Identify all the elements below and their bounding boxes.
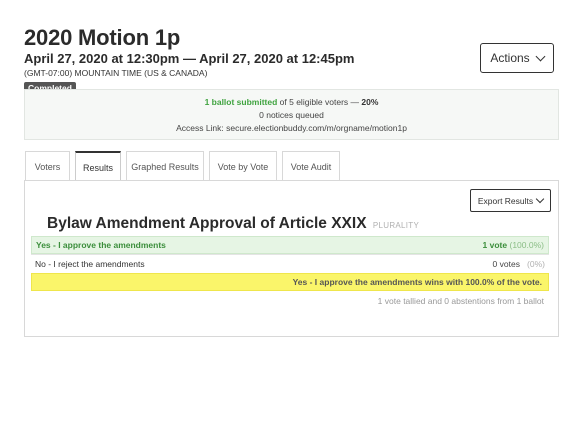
page-title: 2020 Motion 1p: [24, 25, 181, 50]
export-results-button[interactable]: Export Results: [470, 189, 551, 212]
result-option: No - I reject the amendments: [35, 259, 145, 269]
question-title-text: Bylaw Amendment Approval of Article XXIX: [47, 215, 367, 232]
voting-method: PLURALITY: [372, 221, 420, 230]
chevron-down-icon: [535, 51, 546, 61]
eligible-voters-text: of 5 eligible voters —: [277, 97, 362, 107]
result-votes: 0 votes (0%): [492, 259, 545, 269]
notices-queued: 0 notices queued: [259, 110, 324, 120]
tally-summary: 1 vote tallied and 0 abstentions from 1 …: [377, 296, 544, 306]
ballots-submitted: 1 ballot submitted: [204, 97, 278, 107]
tab-vote-audit[interactable]: Vote Audit: [282, 151, 340, 181]
timezone-label: (GMT-07:00) MOUNTAIN TIME (US & CANADA): [24, 68, 208, 78]
result-option: Yes - I approve the amendments: [36, 240, 166, 250]
result-percent: (100.0%): [509, 240, 545, 250]
tab-voters[interactable]: Voters: [25, 151, 70, 181]
export-results-label: Export Results: [477, 195, 534, 206]
election-summary-box: 1 ballot submitted of 5 eligible voters …: [24, 89, 559, 140]
election-header: 2020 Motion 1p April 27, 2020 at 12:30pm…: [24, 26, 559, 96]
results-tabs: Voters Results Graphed Results Vote by V…: [25, 151, 345, 182]
access-link[interactable]: Access Link: secure.electionbuddy.com/m/…: [25, 122, 558, 135]
tab-graphed-results[interactable]: Graphed Results: [126, 151, 204, 181]
tab-vote-by-vote[interactable]: Vote by Vote: [209, 151, 277, 181]
turnout-percent: 20%: [361, 97, 379, 107]
result-votes: 1 vote (100.0%): [482, 240, 545, 250]
actions-dropdown-button[interactable]: Actions: [480, 43, 554, 73]
chevron-down-icon: [535, 194, 545, 204]
election-date-range: April 27, 2020 at 12:30pm — April 27, 20…: [24, 51, 355, 66]
question-title: Bylaw Amendment Approval of Article XXIX…: [47, 215, 419, 233]
tab-results[interactable]: Results: [75, 151, 121, 182]
result-row: Yes - I approve the amendments 1 vote (1…: [31, 236, 549, 254]
result-row: No - I reject the amendments 0 votes (0%…: [31, 255, 549, 273]
ballot-summary-line: 1 ballot submitted of 5 eligible voters …: [25, 96, 558, 109]
actions-label: Actions: [490, 51, 530, 65]
winner-banner: Yes - I approve the amendments wins with…: [31, 273, 549, 291]
result-percent: (0%): [527, 259, 545, 269]
